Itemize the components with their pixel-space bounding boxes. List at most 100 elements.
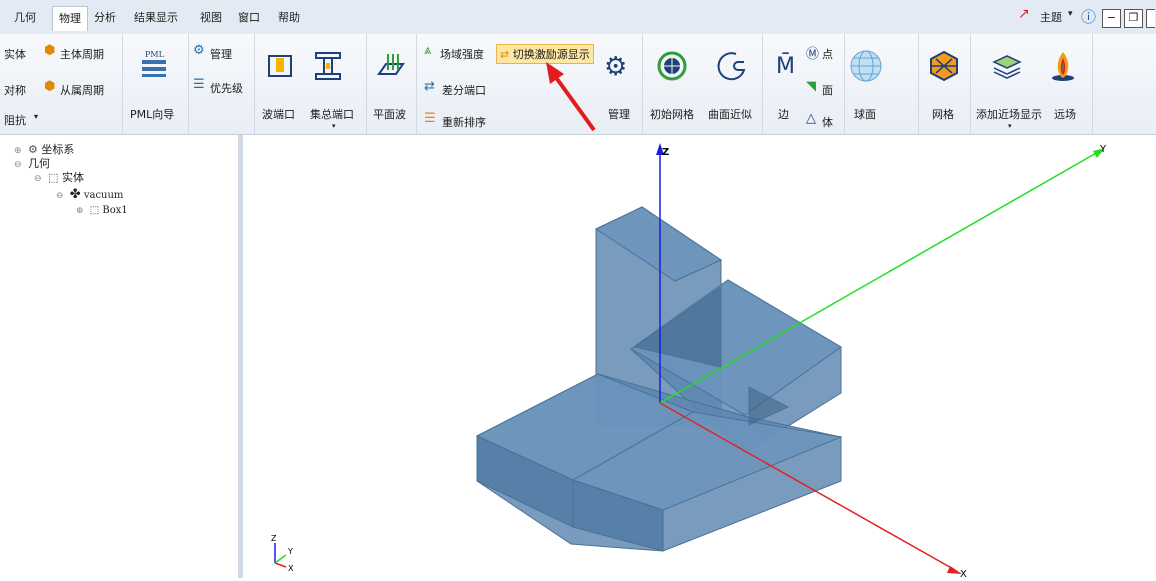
ribbon-group-manage: ⚙ 管理 ☰ 优先级 [188, 34, 255, 134]
tree-item-solid[interactable]: ⊖ ⬚ 实体 [34, 169, 84, 185]
ribbon-group-mesh-elements: M̄ 边 Ⓜ 点 ◥ 面 △ 体 [762, 34, 845, 134]
restore-button[interactable]: ❐ [1124, 9, 1143, 28]
reorder-icon: ☰ [424, 111, 436, 126]
z-axis-label: Z [662, 147, 669, 158]
model-tree: ⊕ ⚙ 坐标系 ⊖ 几何 ⊖ ⬚ 实体 ⊖ ✤ vacuum ⊕ ⬚ Box1 [0, 135, 243, 578]
add-near-field-button[interactable]: 添加近场显示 [976, 106, 1042, 122]
ribbon-group-far-field: 添加近场显示 ▾ 远场 [970, 34, 1093, 134]
point-button[interactable]: 点 [822, 46, 833, 62]
theme-menu[interactable]: 主题 [1040, 9, 1062, 25]
point-icon: Ⓜ [806, 47, 820, 62]
annotation-arrow-head [546, 62, 564, 84]
menu-help[interactable]: 帮助 [278, 9, 300, 25]
menu-bar: 几何 物理 分析 结果显示 视图 窗口 帮助 ↗ 主题 ▾ ⓘ − ❐ [0, 0, 1156, 35]
annotation-arrow-line [550, 70, 596, 132]
ribbon-group-boundary: 实体 对称 阻抗 ▾ ⬢ 主体周期 ⬢ 从属周期 [0, 34, 123, 134]
far-field-button[interactable]: 远场 [1054, 106, 1076, 122]
expand-icon[interactable]: ⊕ [76, 206, 84, 216]
ribbon-group-sphere: 球面 [844, 34, 919, 134]
axis-triad: Z Y X [271, 534, 294, 573]
mesh-button[interactable]: 网格 [932, 106, 954, 122]
lumped-port-icon[interactable] [312, 50, 344, 82]
minimize-button[interactable]: − [1102, 9, 1121, 28]
solid-body [475, 206, 843, 552]
priority-button[interactable]: 优先级 [210, 80, 243, 96]
excitation-manage-button[interactable]: 管理 [608, 106, 630, 122]
menu-view[interactable]: 视图 [200, 9, 222, 25]
slave-period-button[interactable]: 从属周期 [60, 82, 104, 98]
edge-button[interactable]: 边 [778, 106, 789, 122]
pml-wizard-button[interactable]: PML向导 [130, 106, 174, 122]
dropdown-icon[interactable]: ▾ [1008, 122, 1012, 130]
collapse-icon[interactable]: ⊖ [14, 160, 22, 170]
diff-port-icon: ⇄ [424, 79, 435, 94]
mesh-icon[interactable] [928, 50, 960, 82]
surface-approx-icon[interactable] [716, 50, 748, 82]
lumped-port-button[interactable]: 集总端口 [310, 106, 354, 122]
y-axis-line [659, 151, 1099, 404]
menu-window[interactable]: 窗口 [238, 9, 260, 25]
reorder-button[interactable]: 重新排序 [442, 114, 486, 130]
close-button[interactable] [1146, 9, 1155, 28]
x-axis-label: X [960, 569, 967, 578]
dropdown-icon[interactable]: ▾ [34, 112, 38, 121]
face-icon: ◥ [806, 79, 816, 94]
boundary-symmetry-item[interactable]: 对称 [4, 82, 26, 98]
master-period-button[interactable]: 主体周期 [60, 46, 104, 62]
initial-mesh-icon[interactable] [656, 50, 688, 82]
wave-port-icon[interactable] [266, 52, 294, 80]
plane-wave-button[interactable]: 平面波 [373, 106, 406, 122]
collapse-icon[interactable]: ⊖ [34, 174, 42, 184]
body-button[interactable]: 体 [822, 114, 833, 130]
edge-icon[interactable]: M̄ [776, 54, 795, 79]
boundary-impedance-item[interactable]: 阻抗 [4, 112, 26, 128]
surface-approx-button[interactable]: 曲面近似 [708, 106, 752, 122]
boundary-solid-item[interactable]: 实体 [4, 46, 26, 62]
3d-viewport[interactable]: Z Y X Z Y X [243, 135, 1156, 580]
diff-port-button[interactable]: 差分端口 [442, 82, 486, 98]
tree-item-vacuum[interactable]: ⊖ ✤ vacuum [56, 187, 123, 202]
ribbon-group-mesh: 网格 [918, 34, 971, 134]
field-strength-icon: ⩓ [424, 43, 432, 58]
tree-label: vacuum [83, 190, 124, 201]
svg-text:PML: PML [145, 50, 165, 59]
manage-button[interactable]: 管理 [210, 46, 232, 62]
gear-icon: ⚙ [193, 43, 205, 58]
sphere-button[interactable]: 球面 [854, 106, 876, 122]
plane-wave-icon[interactable] [376, 52, 406, 80]
collapse-icon[interactable]: ⊖ [56, 191, 64, 201]
far-field-icon[interactable] [1048, 48, 1078, 84]
near-field-icon[interactable] [990, 50, 1024, 82]
sphere-icon[interactable] [848, 48, 884, 84]
dropdown-icon[interactable]: ▾ [332, 122, 336, 130]
pml-icon[interactable]: PML [136, 44, 172, 80]
priority-icon: ☰ [193, 77, 205, 92]
body-icon: △ [806, 111, 816, 126]
material-icon: ✤ [69, 187, 81, 202]
solid-cube-icon: ⬚ [48, 171, 59, 184]
menu-geometry[interactable]: 几何 [14, 9, 36, 25]
triad-y-label: Y [287, 547, 293, 556]
ribbon-group-mesh-init: 初始网格 曲面近似 [642, 34, 763, 134]
tree-label: Box1 [102, 205, 128, 216]
tree-item-box1[interactable]: ⊕ ⬚ Box1 [76, 205, 128, 216]
collapse-ribbon-icon[interactable]: ↗ [1018, 6, 1030, 22]
model-canvas: Z Y X Z Y X [271, 143, 1107, 580]
menu-physics[interactable]: 物理 [52, 6, 88, 31]
ribbon-group-pml: PML PML向导 [122, 34, 189, 134]
theme-dropdown-icon[interactable]: ▾ [1068, 9, 1073, 19]
triad-x-label: X [288, 564, 294, 573]
field-strength-button[interactable]: 场域强度 [440, 46, 484, 62]
slave-period-icon: ⬢ [44, 79, 56, 94]
menu-result-display[interactable]: 结果显示 [134, 9, 178, 25]
info-icon[interactable]: ⓘ [1081, 6, 1096, 27]
box-cube-icon: ⬚ [89, 205, 100, 216]
ribbon-group-plane-wave: 平面波 [366, 34, 417, 134]
toggle-display-icon: ⇄ [500, 48, 510, 61]
menu-analysis[interactable]: 分析 [94, 9, 116, 25]
ribbon-group-ports: 波端口 集总端口 ▾ [254, 34, 367, 134]
face-button[interactable]: 面 [822, 82, 833, 98]
master-period-icon: ⬢ [44, 43, 56, 58]
wave-port-button[interactable]: 波端口 [262, 106, 295, 122]
initial-mesh-button[interactable]: 初始网格 [650, 106, 694, 122]
